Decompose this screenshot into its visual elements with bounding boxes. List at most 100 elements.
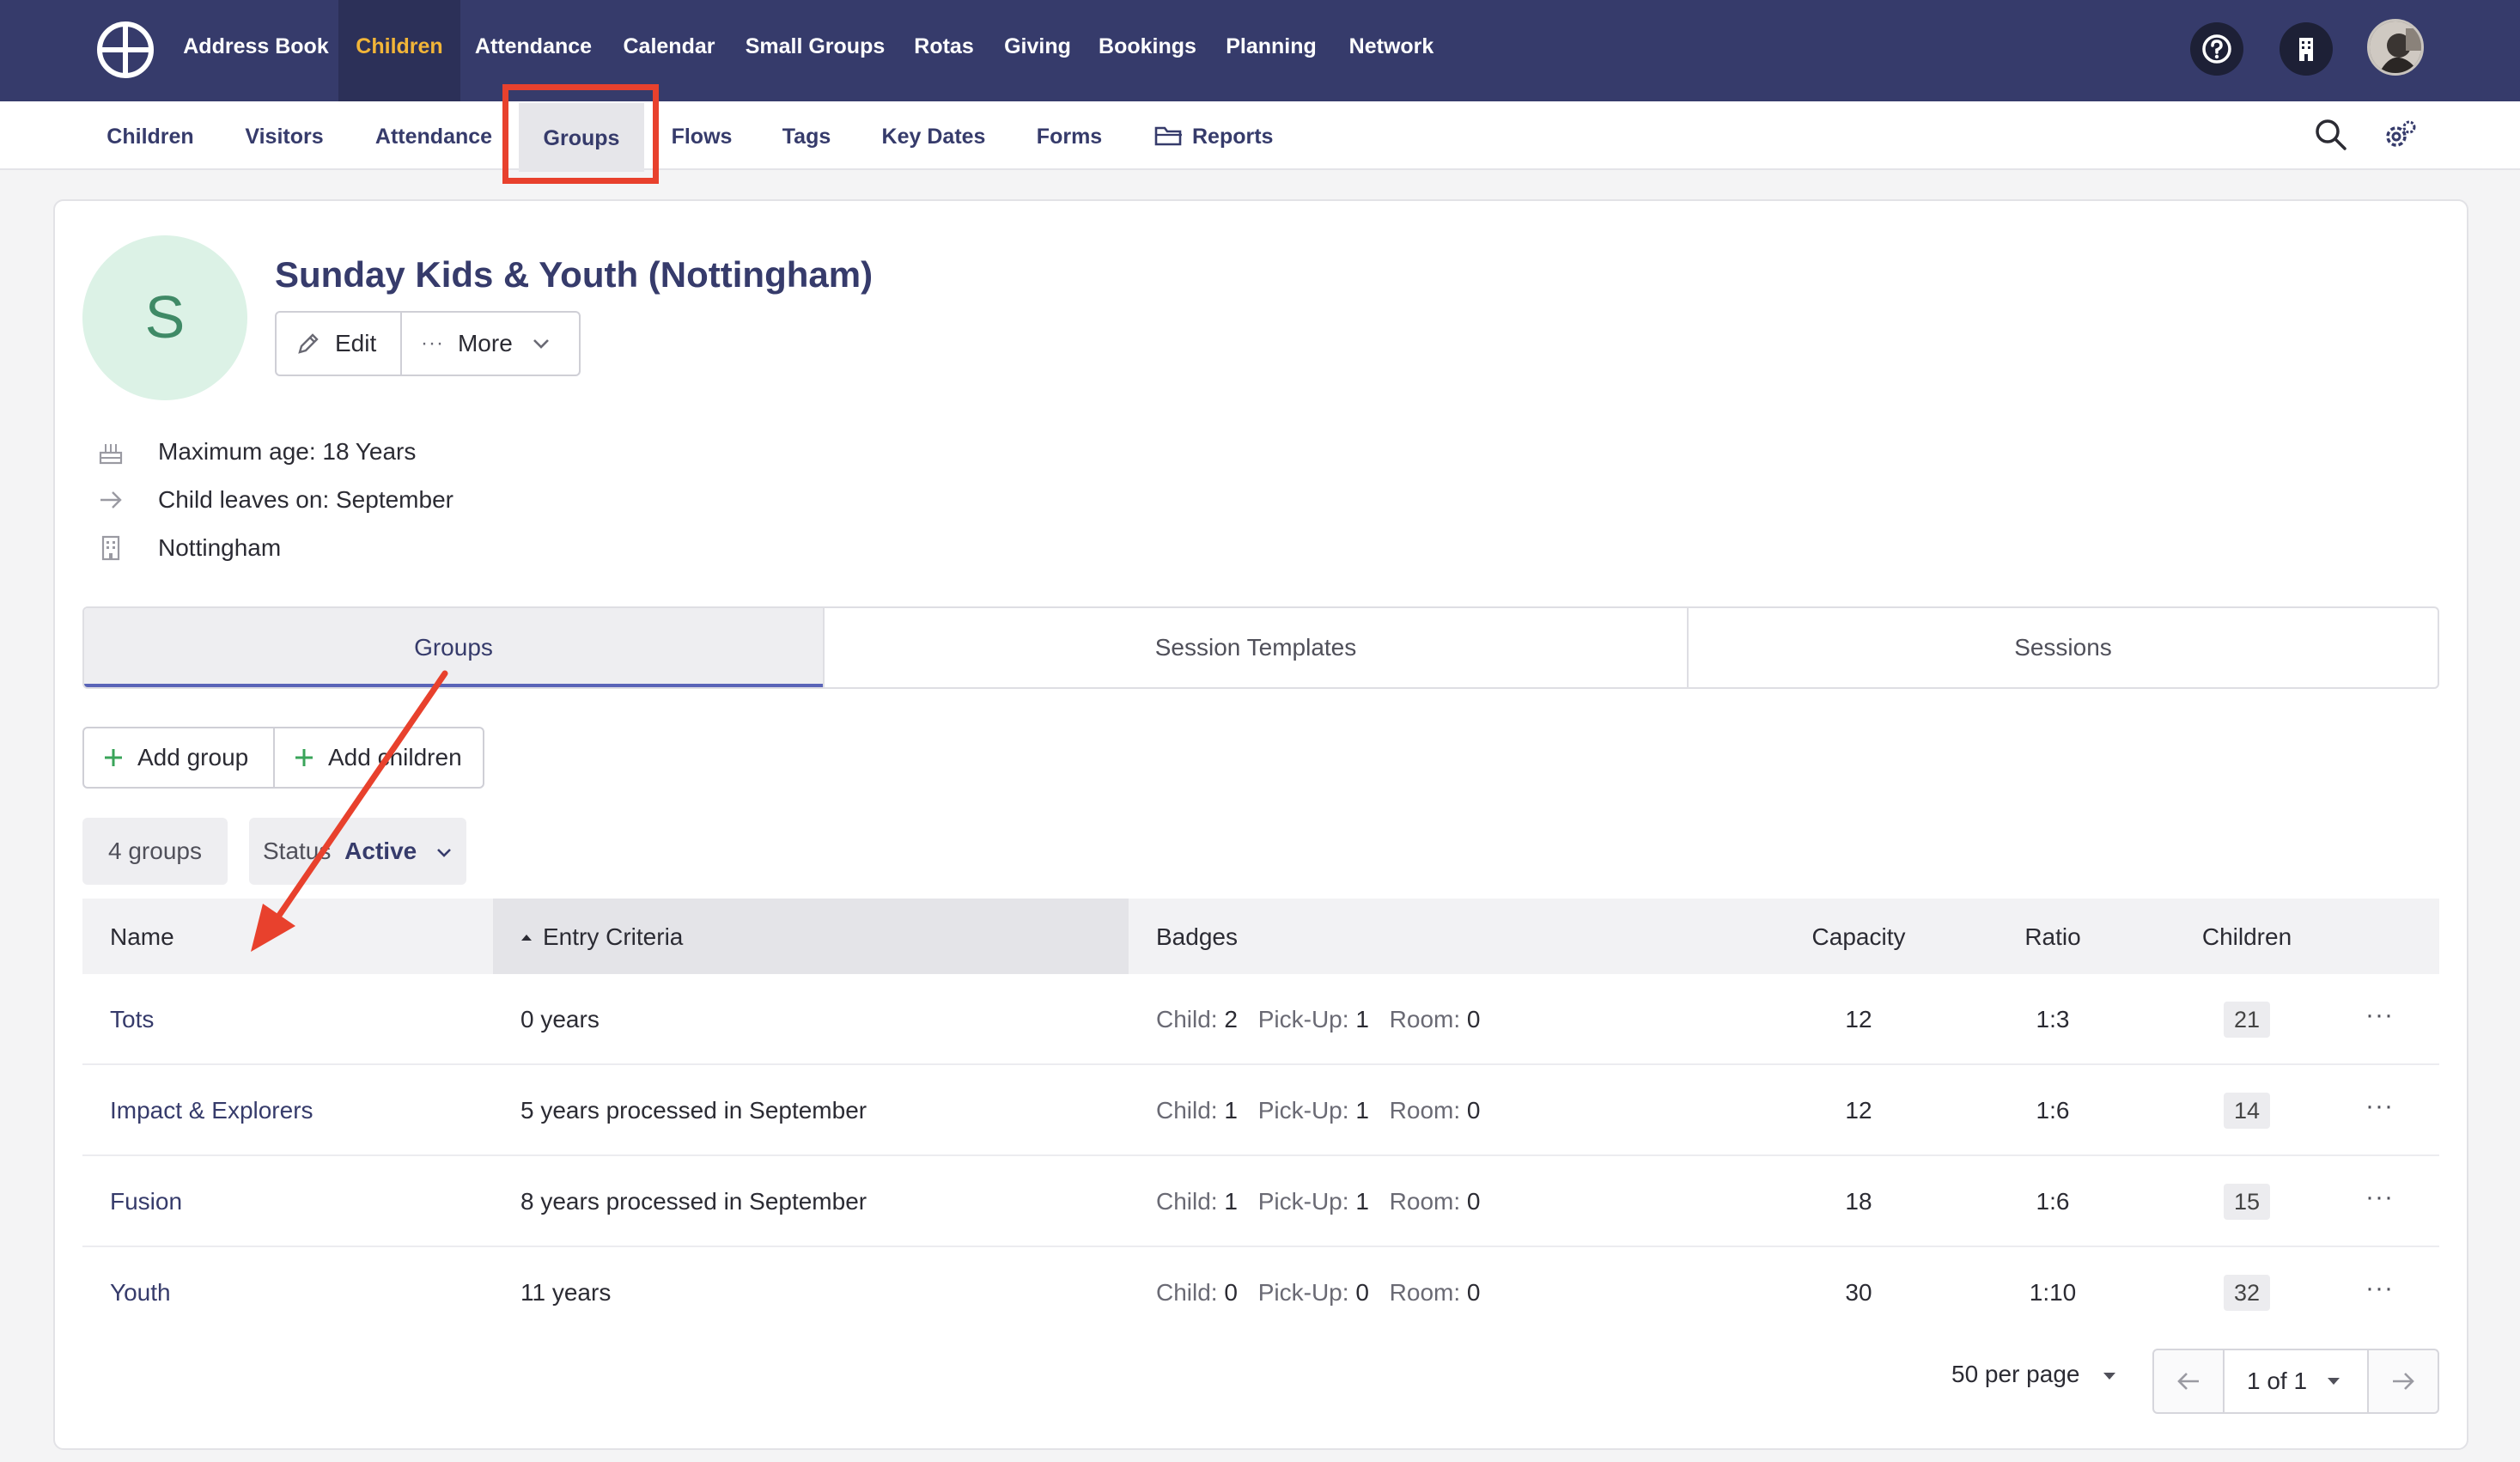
nav-children[interactable]: Children [338,0,460,101]
column-name[interactable]: Name [110,899,174,974]
table-row[interactable]: Fusion 8 years processed in September Ch… [82,1156,2439,1247]
entry-criteria-cell: 0 years [520,1006,600,1033]
ellipsis-icon: ··· [421,332,444,355]
subnav-key-dates[interactable]: Key Dates [873,101,995,170]
info-leaves: Child leaves on: September [96,483,453,517]
nav-planning[interactable]: Planning [1218,0,1324,101]
children-count-cell: 15 [2152,1156,2341,1247]
arrow-right-icon [100,491,122,509]
building-icon [101,535,120,561]
subnav-children[interactable]: Children [96,101,204,170]
search-icon[interactable] [2312,116,2350,154]
group-name-link[interactable]: Fusion [110,1156,182,1247]
reports-label: Reports [1192,125,1274,149]
group-name-link[interactable]: Impact & Explorers [110,1065,313,1156]
sort-asc-icon [521,935,532,941]
more-button[interactable]: ··· More [400,313,579,375]
nav-bookings[interactable]: Bookings [1096,0,1199,101]
status-filter[interactable]: Status Active [249,818,466,885]
organisation-button[interactable] [2280,22,2333,76]
status-filter-value: Active [344,838,417,864]
column-capacity[interactable]: Capacity [1764,899,1953,974]
nav-giving[interactable]: Giving [996,0,1079,101]
nav-network[interactable]: Network [1342,0,1441,101]
children-count-cell: 14 [2152,1065,2341,1156]
edit-button[interactable]: Edit [277,313,400,375]
add-group-button[interactable]: Add group [84,728,273,787]
group-name-link[interactable]: Tots [110,974,154,1065]
subnav-tags[interactable]: Tags [768,101,845,170]
previous-page-button[interactable] [2154,1350,2223,1412]
row-actions-icon[interactable]: ··· [2365,1156,2394,1247]
capacity-cell: 18 [1845,1188,1872,1215]
app-logo-icon[interactable] [96,21,155,79]
entry-criteria-cell: 8 years processed in September [520,1188,867,1215]
section-sub-navigation: Children Visitors Attendance Groups Flow… [0,101,2520,172]
badges-cell: Child: 0 Pick-Up: 0 Room: 0 [1156,1279,1481,1306]
column-entry-criteria[interactable]: Entry Criteria [493,899,1129,974]
table-row[interactable]: Youth 11 years Child: 0 Pick-Up: 0 Room:… [82,1247,2439,1338]
next-page-button[interactable] [2369,1350,2438,1412]
arrow-left-icon [2177,1373,2199,1390]
leaves-text: Child leaves on: September [158,486,453,513]
badges-cell: Child: 1 Pick-Up: 1 Room: 0 [1156,1188,1481,1215]
column-children[interactable]: Children [2152,899,2341,974]
arrow-right-icon [2393,1373,2414,1390]
folder-icon [1154,126,1182,146]
capacity-cell: 12 [1845,1006,1872,1033]
ratio-cell: 1:6 [2036,1188,2070,1215]
tab-groups[interactable]: Groups [84,608,823,687]
column-badges[interactable]: Badges [1156,899,1238,974]
children-count-cell: 32 [2152,1247,2341,1338]
subnav-attendance[interactable]: Attendance [364,101,503,170]
row-actions-icon[interactable]: ··· [2365,974,2394,1065]
add-children-button[interactable]: Add children [273,728,483,787]
column-ratio[interactable]: Ratio [1958,899,2147,974]
help-button[interactable] [2190,22,2243,76]
top-navigation-bar: Address Book Children Attendance Calenda… [0,0,2520,101]
tab-sessions[interactable]: Sessions [1687,608,2438,687]
plus-icon [105,749,122,766]
group-count: 4 groups [82,818,228,885]
nav-address-book[interactable]: Address Book [175,0,337,101]
subnav-forms[interactable]: Forms [1022,101,1117,170]
chevron-down-icon [437,848,451,857]
table-row[interactable]: Tots 0 years Child: 2 Pick-Up: 1 Room: 0… [82,974,2439,1065]
group-avatar: S [82,235,247,400]
subnav-visitors[interactable]: Visitors [232,101,337,170]
group-name-link[interactable]: Youth [110,1247,171,1338]
tab-session-templates[interactable]: Session Templates [823,608,1687,687]
table-header: Name Entry Criteria Badges Capacity Rati… [82,899,2439,974]
ratio-cell: 1:6 [2036,1097,2070,1124]
nav-rotas[interactable]: Rotas [909,0,979,101]
ratio-cell: 1:10 [2029,1279,2077,1306]
row-actions-icon[interactable]: ··· [2365,1247,2394,1338]
row-actions-icon[interactable]: ··· [2365,1065,2394,1156]
info-location: Nottingham [96,531,281,565]
per-page-label: 50 per page [1951,1361,2080,1387]
settings-gear-icon[interactable] [2381,116,2419,154]
nav-small-groups[interactable]: Small Groups [740,0,890,101]
subnav-reports[interactable]: Reports [1146,101,1280,170]
children-count-badge: 14 [2223,1093,2271,1129]
caret-down-icon [2103,1372,2116,1380]
children-count-cell: 21 [2152,974,2341,1065]
plus-icon [295,749,313,766]
more-label: More [457,330,513,356]
page-indicator: 1 of 1 [2247,1368,2308,1394]
cake-icon [99,444,123,465]
children-count-badge: 21 [2223,1002,2271,1038]
pagination-control: 1 of 1 [2152,1349,2439,1414]
page-select[interactable]: 1 of 1 [2223,1350,2369,1412]
user-avatar[interactable] [2367,19,2424,76]
page-title: Sunday Kids & Youth (Nottingham) [275,254,873,295]
building-icon [2299,38,2313,61]
capacity-cell: 30 [1845,1279,1872,1306]
subnav-flows[interactable]: Flows [658,101,746,170]
table-row[interactable]: Impact & Explorers 5 years processed in … [82,1065,2439,1156]
caret-down-icon [2328,1378,2340,1385]
per-page-select[interactable]: 50 per page [1951,1361,2117,1388]
ratio-cell: 1:3 [2036,1006,2070,1033]
children-count-badge: 15 [2223,1184,2271,1220]
highlight-annotation-box [502,84,659,184]
